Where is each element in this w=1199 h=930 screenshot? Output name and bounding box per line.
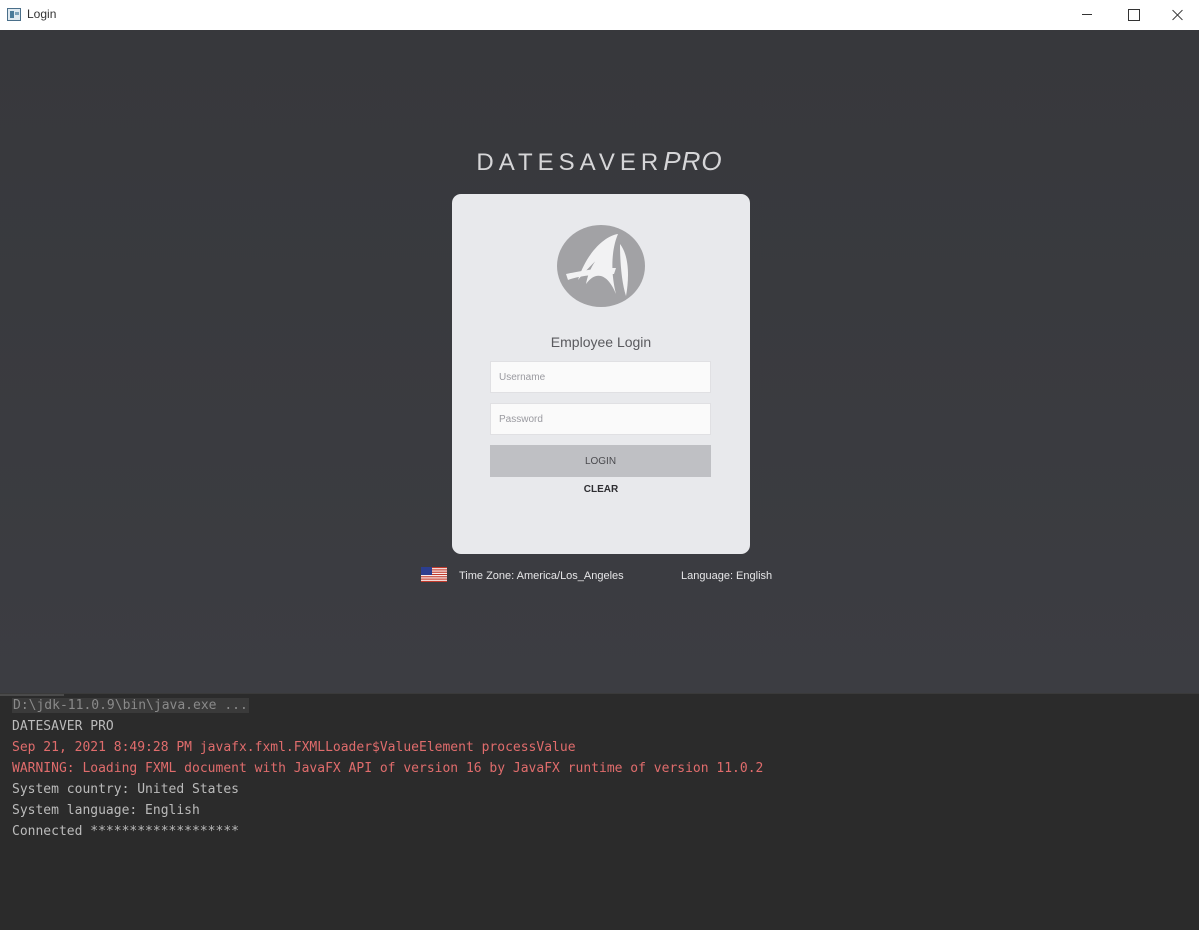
console-line: D:\jdk-11.0.9\bin\java.exe ... [12, 698, 249, 713]
brand-wordmark: DATESAVERPRO [0, 146, 1199, 177]
console-line: System language: English [12, 803, 200, 818]
timezone-label: Time Zone: America/Los_Angeles [459, 570, 624, 582]
close-button[interactable] [1154, 0, 1199, 30]
brand-pro: PRO [663, 146, 723, 176]
login-button[interactable]: LOGIN [490, 445, 711, 477]
console-line: System country: United States [12, 782, 239, 797]
login-screen: DATESAVERPRO Employee Login LOGIN CLEAR … [0, 30, 1199, 693]
employee-login-heading: Employee Login [550, 334, 652, 350]
company-logo-icon [557, 225, 645, 307]
maximize-button[interactable] [1110, 0, 1156, 30]
password-input[interactable] [490, 403, 711, 435]
title-bar: Login [0, 0, 1199, 30]
clear-button[interactable]: CLEAR [452, 484, 750, 495]
minimize-button[interactable] [1064, 0, 1110, 30]
login-card: Employee Login LOGIN CLEAR [452, 194, 750, 554]
language-label: Language: English [681, 570, 773, 582]
username-input[interactable] [490, 361, 711, 393]
app-window-icon [7, 8, 21, 21]
console-line: Connected ******************* [12, 824, 239, 839]
brand-main: DATESAVER [476, 149, 664, 176]
console-panel: D:\jdk-11.0.9\bin\java.exe ... DATESAVER… [0, 693, 1199, 930]
console-line: Sep 21, 2021 8:49:28 PM javafx.fxml.FXML… [12, 740, 576, 755]
console-line: DATESAVER PRO [12, 719, 114, 734]
console-tab-indicator [0, 694, 64, 696]
us-flag-icon [421, 567, 447, 582]
window-title: Login [27, 7, 57, 21]
console-line: WARNING: Loading FXML document with Java… [12, 761, 764, 776]
